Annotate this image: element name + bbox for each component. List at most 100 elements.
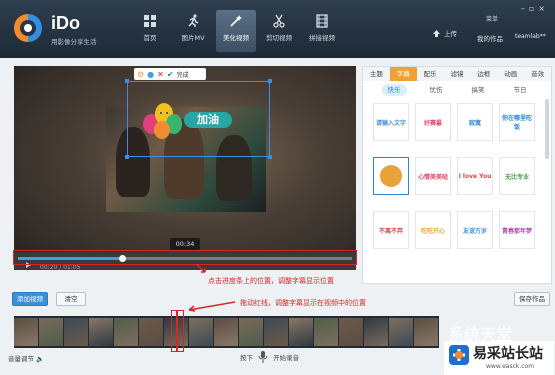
delete-icon[interactable]: ✕	[157, 70, 164, 79]
timeline-frame[interactable]	[89, 318, 113, 346]
category-tabs: 主题 字幕 配乐 滤镜 边框 动画 音效	[363, 67, 551, 81]
resize-handle[interactable]	[125, 155, 129, 159]
resize-handle[interactable]	[125, 79, 129, 83]
sticker-item[interactable]: I love You	[457, 157, 493, 195]
subtab-funny[interactable]: 搞笑	[466, 84, 491, 96]
record-label[interactable]: 开始录音	[273, 354, 299, 362]
sticker-text: 寂寞	[468, 119, 481, 127]
timeline-frame[interactable]	[139, 318, 163, 346]
nav-beautify-video[interactable]: 美化视频	[216, 10, 256, 52]
nav-join-video[interactable]: 拼接视频	[302, 10, 342, 52]
timeline-frame[interactable]	[339, 318, 363, 346]
timeline-frame[interactable]	[364, 318, 388, 346]
sticker-item[interactable]: 请输入文字	[373, 103, 409, 141]
subtab-holiday[interactable]: 节日	[508, 84, 533, 96]
sticker-item[interactable]: 友谊万岁	[457, 211, 493, 249]
runner-icon	[188, 14, 199, 27]
timeline-frame[interactable]	[389, 318, 413, 346]
speaker-icon[interactable]: 🔈	[36, 355, 44, 363]
subtab-happy[interactable]: 快乐	[381, 84, 407, 96]
nav-cut-video[interactable]: 剪切视频	[259, 10, 299, 52]
timeline-frame[interactable]	[214, 318, 238, 346]
window-controls[interactable]: –▫×	[521, 4, 549, 13]
watermark-logo-icon	[449, 345, 469, 365]
settings-icon[interactable]: ⚙	[137, 70, 144, 79]
save-work-button[interactable]: 保存作品	[514, 292, 550, 306]
sticker-text: 无比专业	[504, 173, 529, 181]
sticker-text: 友谊万岁	[462, 227, 487, 235]
tab-border[interactable]: 边框	[470, 67, 497, 81]
sticker-item[interactable]: 不离不弃	[373, 211, 409, 249]
add-video-button[interactable]: 添加视频	[12, 292, 48, 306]
sticker-text: 请输入文字	[375, 119, 406, 127]
magic-wand-icon	[230, 15, 242, 27]
sticker-item[interactable]: 吃吃开心	[415, 211, 451, 249]
microphone-icon[interactable]	[258, 351, 268, 363]
sticker-item[interactable]: 你在哪里吃饭	[499, 103, 535, 141]
timeline-frame[interactable]	[264, 318, 288, 346]
nav-photo-mv[interactable]: 图片MV	[173, 10, 213, 52]
timeline-frame[interactable]	[189, 318, 213, 346]
timeline-frame[interactable]	[289, 318, 313, 346]
account-name[interactable]: teamlab**	[515, 33, 546, 40]
tab-subtitle[interactable]: 字幕	[389, 67, 417, 81]
subtab-sad[interactable]: 忧伤	[424, 84, 449, 96]
timeline-red-line[interactable]	[176, 310, 178, 352]
ido-app-window: iDo 用影像分享生活 首页 图片MV 美化视频 剪切视频 拼接视频 菜单 –▫…	[0, 0, 555, 375]
sticker-item[interactable]	[373, 157, 409, 195]
timeline-frame[interactable]	[239, 318, 263, 346]
tab-animation[interactable]: 动画	[497, 67, 524, 81]
timeline-frame[interactable]	[114, 318, 138, 346]
nav-home[interactable]: 首页	[130, 10, 170, 52]
sticker-text: 好赛最	[423, 119, 442, 127]
timeline-frame[interactable]	[14, 318, 38, 346]
timeline-frame[interactable]	[314, 318, 338, 346]
timeline-filmstrip[interactable]	[14, 316, 439, 348]
sticker-item[interactable]: 无比专业	[499, 157, 535, 195]
sticker-item[interactable]: 心情美美哒	[415, 157, 451, 195]
timeline-frame[interactable]	[414, 318, 438, 346]
film-icon	[316, 14, 328, 28]
nav-photo-mv-label: 图片MV	[181, 34, 205, 42]
nav-join-video-label: 拼接视频	[309, 34, 335, 42]
sticker-item[interactable]: 青春那年梦	[499, 211, 535, 249]
app-name: iDo	[51, 13, 80, 33]
menu-link[interactable]: 菜单	[486, 14, 498, 23]
tab-sound-effect[interactable]: 音效	[524, 67, 551, 81]
confirm-icon[interactable]: ✔	[167, 70, 174, 79]
timeline-frame[interactable]	[64, 318, 88, 346]
effects-panel: 主题 字幕 配乐 滤镜 边框 动画 音效 快乐 忧伤 搞笑 节日 请输入文字 好赛…	[362, 66, 552, 284]
panel-scrollbar[interactable]	[545, 99, 549, 159]
grid-icon	[144, 15, 156, 27]
nav-home-label: 首页	[143, 34, 157, 42]
resize-handle[interactable]	[268, 79, 272, 83]
sticker-text: 青春那年梦	[501, 227, 532, 235]
marker-annotation: 拖动红线，调整字幕显示在视频中的位置	[240, 299, 366, 307]
tab-music[interactable]: 配乐	[417, 67, 444, 81]
timeline-frame[interactable]	[39, 318, 63, 346]
upload-button[interactable]: 上传	[432, 28, 457, 38]
color-picker-icon[interactable]: ●	[147, 70, 154, 79]
subtitle-edit-popup: ⚙ ● ✕ ✔ 完成	[134, 68, 206, 80]
ido-logo-icon	[14, 14, 42, 42]
subcategory-tabs: 快乐 忧伤 搞笑 节日	[363, 84, 551, 96]
tab-filter[interactable]: 滤镜	[444, 67, 471, 81]
arrow-icon	[188, 301, 236, 312]
subtitle-text: 加油	[184, 112, 232, 128]
balloons-icon	[143, 103, 182, 139]
sticker-text: 不离不弃	[378, 227, 403, 235]
press-label: 按下	[240, 354, 253, 362]
tab-theme[interactable]: 主题	[363, 67, 390, 81]
sticker-item[interactable]: 好赛最	[415, 103, 451, 141]
done-label[interactable]: 完成	[177, 70, 189, 79]
clear-button[interactable]: 清空	[56, 292, 86, 306]
scissors-icon	[273, 14, 285, 28]
volume-control[interactable]: 音量调节 🔈	[8, 353, 44, 363]
sticker-item[interactable]: 寂寞	[457, 103, 493, 141]
progress-annotation: 点击进度条上的位置，调整字幕显示位置	[208, 277, 334, 285]
sticker-text: 吃吃开心	[420, 227, 445, 235]
nav-cut-video-label: 剪切视频	[266, 34, 292, 42]
resize-handle[interactable]	[268, 155, 272, 159]
timecode: 00:20 / 01:05	[40, 264, 81, 271]
my-works-link[interactable]: 我的作品	[477, 33, 503, 43]
